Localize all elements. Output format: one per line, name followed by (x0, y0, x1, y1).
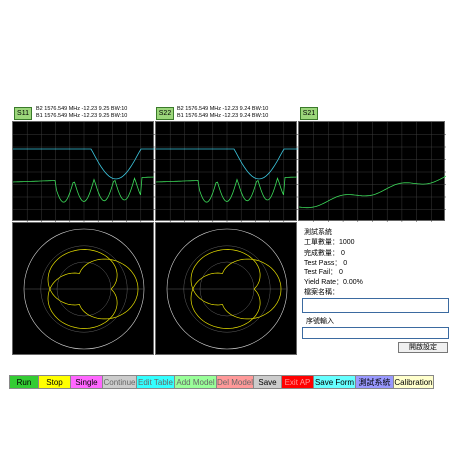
toolbar-button-9[interactable]: Save Form (313, 375, 356, 389)
toolbar-button-3[interactable]: Continue (102, 375, 137, 389)
tab-s22[interactable]: S22 (156, 107, 174, 120)
toolbar-button-5[interactable]: Add Model (174, 375, 217, 389)
toolbar-button-6[interactable]: Del Model (216, 375, 254, 389)
s22-marker-line-1: B2 1576.549 MHz -12.23 9.24 BW:10 (177, 106, 269, 112)
completed-count: 完成數量： 0 (304, 250, 345, 257)
s22-marker-line-2: B1 1576.549 MHz -12.23 9.24 BW:10 (177, 113, 269, 119)
smith-chart-left[interactable] (12, 222, 154, 355)
s11-marker-line-1: B2 1576.549 MHz -12.23 9.25 BW:10 (36, 106, 128, 112)
toolbar-button-11[interactable]: Calibration (393, 375, 434, 389)
test-pass-count: Test Pass： 0 (304, 260, 348, 267)
tab-s21[interactable]: S21 (300, 107, 318, 120)
toolbar-button-2[interactable]: Single (70, 375, 103, 389)
system-title: 測試系統 (304, 229, 332, 236)
test-fail-count: Test Fail： 0 (304, 269, 343, 276)
toolbar-button-7[interactable]: Save (253, 375, 282, 389)
file-name-field[interactable] (302, 298, 449, 313)
s11-marker-line-2: B1 1576.549 MHz -12.23 9.25 BW:10 (36, 113, 128, 119)
barcode-label: 序號輸入 (306, 318, 334, 325)
barcode-input[interactable] (302, 327, 449, 339)
s11-plot[interactable] (12, 121, 155, 222)
tab-s11[interactable]: S11 (14, 107, 32, 120)
s11-green-trace (13, 176, 155, 203)
s21-plot[interactable] (298, 121, 446, 222)
open-settings-button[interactable]: 開啟設定 (398, 342, 448, 353)
s22-green-trace (156, 176, 298, 203)
toolbar-button-8[interactable]: Exit AP (281, 375, 314, 389)
toolbar-button-4[interactable]: Edit Table (136, 375, 175, 389)
file-name-label: 檔案名稱： (304, 289, 339, 296)
s22-plot[interactable] (155, 121, 298, 222)
toolbar-button-0[interactable]: Run (9, 375, 39, 389)
smith-chart-right[interactable] (155, 222, 297, 355)
toolbar-button-10[interactable]: 測試系統 (355, 375, 394, 389)
work-order-count: 工單數量：1000 (304, 239, 355, 246)
yield-rate: Yield Rate：0.00% (304, 279, 363, 286)
toolbar-button-1[interactable]: Stop (38, 375, 71, 389)
